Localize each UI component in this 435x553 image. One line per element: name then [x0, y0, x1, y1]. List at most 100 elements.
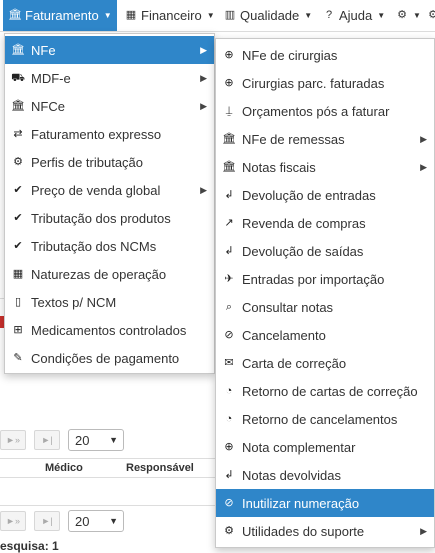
faturamento-menu-item[interactable]: ⚙ Perfis de tributação: [5, 148, 214, 176]
nfe-menu-item[interactable]: ↗ Revenda de compras: [216, 209, 434, 237]
faturamento-menu-item[interactable]: ⊞ Medicamentos controlados: [5, 316, 214, 344]
caret-down-icon: ▼: [377, 11, 386, 20]
nav-qualidade[interactable]: ▥ Qualidade ▼: [218, 0, 318, 31]
plus-circle-icon: ⊕: [224, 440, 234, 453]
nfe-menu-item[interactable]: ◔ Retorno de cancelamentos: [216, 405, 434, 433]
envelope-icon: ✉: [224, 356, 234, 369]
next-page-button[interactable]: ►»: [0, 430, 26, 450]
gear-doc-icon: ⚙: [13, 155, 23, 168]
page-size-value: 20: [75, 513, 90, 529]
bank-icon: 🏛: [11, 43, 25, 56]
gear-icon: ⚙: [224, 524, 234, 537]
nfe-menu-item[interactable]: ↲ Devolução de entradas: [216, 181, 434, 209]
nfe-menu-item[interactable]: ⊕ Nota complementar: [216, 433, 434, 461]
faturamento-menu-item[interactable]: 🏛 NFCe ▶: [5, 92, 214, 120]
faturamento-menu-item[interactable]: 🏛 NFe ▶: [5, 36, 214, 64]
next-page-button[interactable]: ►»: [0, 511, 26, 531]
faturamento-menu-item[interactable]: ⛟ MDF-e ▶: [5, 64, 214, 92]
top-navbar: 🏛 Faturamento ▼ ▦ Financeiro ▼ ▥ Qualida…: [0, 0, 435, 32]
truck-icon: ⛟: [11, 71, 25, 84]
nav-qualidade-label: Qualidade: [240, 8, 300, 23]
nfe-menu-item[interactable]: ↲ Devolução de saídas: [216, 237, 434, 265]
nfe-menu-item-label: Orçamentos pós a faturar: [242, 103, 390, 119]
nfe-menu-item-label: Notas fiscais: [242, 159, 316, 175]
faturamento-menu-item[interactable]: ▦ Naturezas de operação: [5, 260, 214, 288]
nfe-menu-item[interactable]: ⊕ NFe de cirurgias: [216, 41, 434, 69]
nfe-menu-item[interactable]: ⊕ Cirurgias parc. faturadas: [216, 69, 434, 97]
faturamento-menu-item-label: NFe: [31, 42, 56, 58]
chevron-right-icon: ▶: [200, 44, 207, 55]
nfe-menu-item[interactable]: ⍊ Orçamentos pós a faturar: [216, 97, 434, 125]
bank-icon: 🏛: [222, 132, 236, 145]
nav-ajuda-label: Ajuda: [339, 8, 373, 23]
faturamento-menu-item[interactable]: ✔ Tributação dos produtos: [5, 204, 214, 232]
page-size-select[interactable]: 20 ▼: [68, 429, 124, 451]
nfe-menu-item-label: Consultar notas: [242, 299, 334, 315]
return-icon: ↲: [224, 468, 234, 481]
nfe-menu-item[interactable]: ✉ Carta de correção: [216, 349, 434, 377]
faturamento-menu-item-label: Medicamentos controlados: [31, 322, 187, 338]
bank-icon: 🏛: [8, 9, 22, 21]
nfe-menu-item-label: NFe de cirurgias: [242, 47, 338, 63]
page-size-select[interactable]: 20 ▼: [68, 510, 124, 532]
nfe-menu-item-label: Inutilizar numeração: [242, 495, 360, 511]
faturamento-menu-item[interactable]: ✎ Condições de pagamento: [5, 344, 214, 372]
nav-financeiro[interactable]: ▦ Financeiro ▼: [119, 0, 221, 31]
nfe-menu-item[interactable]: 🏛 NFe de remessas ▶: [216, 125, 434, 153]
nfe-menu-item-label: NFe de remessas: [242, 131, 345, 147]
gear-icon: ⚙: [428, 9, 435, 21]
nfe-menu-item-label: Cirurgias parc. faturadas: [242, 75, 385, 91]
nfe-submenu: ⊕ NFe de cirurgias ⊕ Cirurgias parc. fatura…: [215, 38, 435, 548]
col-responsavel: Responsável: [126, 462, 194, 474]
plane-icon: ✈: [224, 272, 234, 285]
nfe-menu-item-label: Notas devolvidas: [242, 467, 341, 483]
col-medico: Médico: [45, 462, 83, 474]
table-row: [0, 478, 220, 506]
caret-down-icon: ▼: [206, 11, 215, 20]
faturamento-menu-item[interactable]: ⇄ Faturamento expresso: [5, 120, 214, 148]
nfe-menu-item[interactable]: ⚙ Utilidades do suporte ▶: [216, 517, 434, 545]
nfe-menu-item[interactable]: ⊘ Cancelamento: [216, 321, 434, 349]
return-icon: ↲: [224, 188, 234, 201]
nfe-menu-item-label: Utilidades do suporte: [242, 523, 365, 539]
chevron-right-icon: ▶: [200, 184, 207, 195]
faturamento-menu-item-label: Preço de venda global: [31, 182, 161, 198]
nfe-menu-item-label: Nota complementar: [242, 439, 356, 455]
faturamento-menu-item[interactable]: ✔ Preço de venda global ▶: [5, 176, 214, 204]
plus-circle-icon: ⊕: [224, 76, 234, 89]
faturamento-menu-item-label: Perfis de tributação: [31, 154, 144, 170]
chevron-right-icon: ▶: [420, 133, 427, 144]
nfe-menu-item[interactable]: ⊘ Inutilizar numeração: [216, 489, 434, 517]
nfe-menu-item[interactable]: 🏛 Notas fiscais ▶: [216, 153, 434, 181]
check-icon: ✔: [13, 183, 23, 196]
nav-more[interactable]: ⚙: [421, 0, 435, 31]
chevron-right-icon: ▶: [200, 100, 207, 111]
faturamento-dropdown: 🏛 NFe ▶ ⛟ MDF-e ▶ 🏛 NFCe ▶ ⇄ Faturamento expresso ⚙…: [4, 33, 215, 374]
caret-down-icon: ▼: [103, 11, 112, 20]
nfe-menu-item-label: Cancelamento: [242, 327, 326, 343]
caret-down-icon: ▼: [413, 11, 421, 20]
faturamento-menu-item[interactable]: ✔ Tributação dos NCMs: [5, 232, 214, 260]
rss-icon: ◔: [225, 384, 233, 397]
last-page-button[interactable]: ►|: [34, 430, 60, 450]
nfe-menu-item-label: Retorno de cancelamentos: [242, 411, 398, 427]
ban-icon: ⊘: [224, 496, 234, 509]
plus-circle-icon: ⊕: [224, 48, 234, 61]
nav-ajuda[interactable]: ? Ajuda ▼: [317, 0, 391, 31]
grid-icon: ▥: [224, 9, 236, 21]
nfe-menu-item[interactable]: ⌕ Consultar notas: [216, 293, 434, 321]
faturamento-menu-item-label: Naturezas de operação: [31, 266, 167, 282]
pager-bottom: ►» ►| 20 ▼: [0, 509, 124, 533]
grid-icon: ▦: [12, 267, 24, 280]
pin-icon: ⍊: [225, 104, 233, 117]
faturamento-menu-item-label: Textos p/ NCM: [31, 294, 117, 310]
nav-faturamento[interactable]: 🏛 Faturamento ▼: [3, 0, 117, 31]
nfe-menu-item-label: Devolução de saídas: [242, 243, 364, 259]
faturamento-menu-item[interactable]: ▯ Textos p/ NCM: [5, 288, 214, 316]
last-page-button[interactable]: ►|: [34, 511, 60, 531]
return-icon: ↲: [224, 244, 234, 257]
chevron-right-icon: ▶: [420, 161, 427, 172]
nfe-menu-item[interactable]: ✈ Entradas por importação: [216, 265, 434, 293]
nfe-menu-item[interactable]: ◔ Retorno de cartas de correção: [216, 377, 434, 405]
nfe-menu-item[interactable]: ↲ Notas devolvidas: [216, 461, 434, 489]
